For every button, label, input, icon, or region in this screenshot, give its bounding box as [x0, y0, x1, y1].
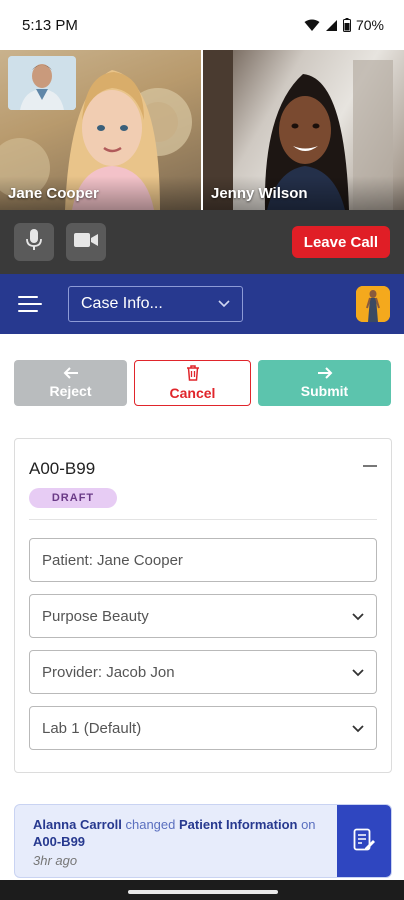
case-card: A00-B99 DRAFT Patient: Jane Cooper Purpo…: [14, 438, 392, 773]
hamburger-menu-icon[interactable]: [18, 292, 42, 316]
reject-label: Reject: [49, 383, 92, 399]
case-id: A00-B99: [29, 459, 96, 478]
notification-message: Alanna Carroll changed Patient Informati…: [33, 816, 333, 850]
battery-percent: 70%: [355, 17, 384, 33]
provider-select-value: Provider: Jacob Jon: [42, 663, 175, 681]
participant-name-label: Jane Cooper: [8, 185, 99, 202]
notification-time: 3hr ago: [33, 853, 78, 868]
notification-prep: on: [301, 817, 316, 832]
app-bar: Case Info...: [0, 274, 404, 334]
trash-icon: [186, 365, 200, 385]
battery-icon: [342, 18, 351, 32]
lab-select-value: Lab 1 (Default): [42, 719, 142, 737]
provider-select[interactable]: Provider: Jacob Jon: [29, 650, 377, 694]
purpose-select[interactable]: Purpose Beauty: [29, 594, 377, 638]
lab-select[interactable]: Lab 1 (Default): [29, 706, 377, 750]
case-actions: Reject Cancel Submit: [14, 360, 392, 408]
chevron-down-icon: [218, 295, 230, 313]
patient-field-value: Patient: Jane Cooper: [42, 551, 183, 569]
microphone-icon: [26, 228, 42, 256]
case-section-select[interactable]: Case Info...: [68, 286, 243, 322]
wifi-icon: [304, 19, 320, 32]
microphone-button[interactable]: [14, 223, 54, 261]
notification-verb: changed: [125, 817, 176, 832]
call-controls: Leave Call: [0, 210, 404, 274]
arrow-left-icon: [63, 367, 79, 383]
cancel-label: Cancel: [169, 385, 216, 401]
reject-button[interactable]: Reject: [14, 360, 127, 406]
avatar[interactable]: [356, 286, 390, 322]
notification-target: A00-B99: [33, 834, 86, 849]
collapse-icon[interactable]: [363, 465, 377, 467]
participant-name-label: Jenny Wilson: [211, 185, 308, 202]
submit-label: Submit: [300, 383, 349, 399]
chevron-down-icon: [352, 608, 364, 625]
notification-actor: Alanna Carroll: [33, 817, 122, 832]
video-area: Jane Cooper Jenny Wilson: [0, 50, 404, 210]
cancel-button[interactable]: Cancel: [134, 360, 251, 406]
video-camera-icon: [74, 232, 98, 253]
divider: [29, 519, 377, 520]
video-tile-jenny-wilson[interactable]: Jenny Wilson: [203, 50, 404, 210]
status-time: 5:13 PM: [22, 16, 78, 34]
chevron-down-icon: [352, 664, 364, 681]
home-indicator[interactable]: [128, 890, 278, 894]
status-badge: DRAFT: [29, 488, 117, 508]
status-indicators: 70%: [304, 17, 384, 33]
camera-button[interactable]: [66, 223, 106, 261]
purpose-select-value: Purpose Beauty: [42, 607, 149, 625]
arrow-right-icon: [317, 367, 333, 383]
navigation-bar: [0, 880, 404, 900]
status-bar: 5:13 PM 70%: [0, 0, 404, 50]
self-view-pip[interactable]: [8, 56, 76, 110]
leave-call-button[interactable]: Leave Call: [291, 226, 390, 258]
case-select-value: Case Info...: [81, 295, 163, 312]
video-tile-jane-cooper[interactable]: Jane Cooper: [0, 50, 201, 210]
activity-notification[interactable]: Alanna Carroll changed Patient Informati…: [14, 804, 392, 878]
submit-button[interactable]: Submit: [258, 360, 391, 406]
edit-document-icon: [353, 828, 375, 857]
cellular-signal-icon: [325, 19, 338, 32]
patient-field[interactable]: Patient: Jane Cooper: [29, 538, 377, 582]
open-notification-button[interactable]: [337, 805, 391, 877]
notification-object: Patient Information: [179, 817, 298, 832]
chevron-down-icon: [352, 720, 364, 737]
